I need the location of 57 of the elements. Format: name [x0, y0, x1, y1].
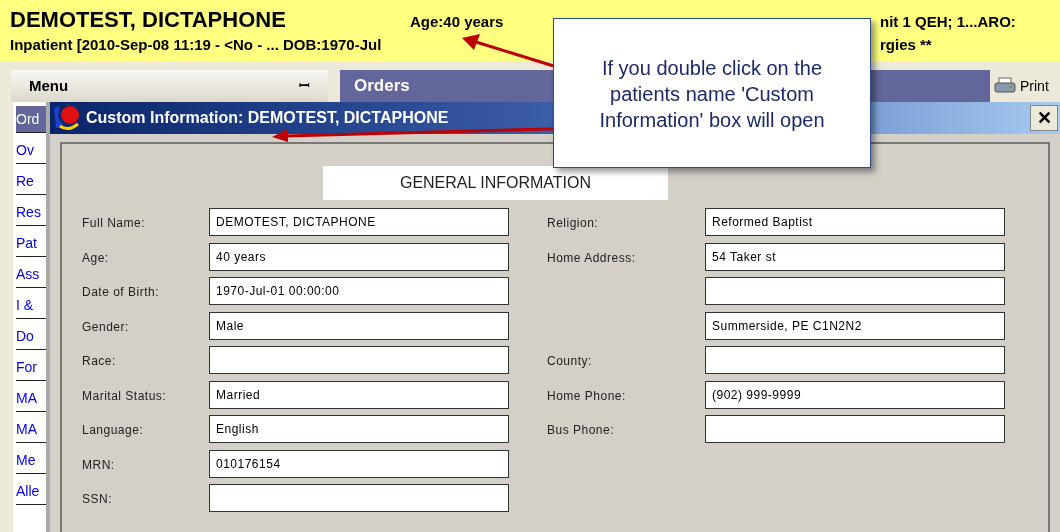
sidebar-item[interactable]: Ov	[16, 137, 46, 164]
input-field[interactable]	[705, 415, 1005, 443]
field-label: Gender:	[82, 319, 129, 334]
field-label: MRN:	[82, 457, 115, 472]
field-label: Bus Phone:	[547, 423, 615, 437]
app-logo-icon	[52, 104, 82, 132]
sidebar-item[interactable]: Do	[16, 323, 46, 350]
patient-age: Age:40 years	[410, 12, 505, 32]
sidebar-item[interactable]: I &	[16, 292, 46, 319]
input-field[interactable]: Summerside, PE C1N2N2	[705, 311, 1005, 340]
input-field[interactable]: 54 Taker st	[705, 242, 1005, 271]
menu-title: Menu	[29, 75, 69, 96]
allergies-info: rgies **	[880, 34, 932, 55]
dialog-title: Custom Information: DEMOTEST, DICTAPHONE	[86, 108, 449, 128]
input-field[interactable]: 1970-Jul-01 00:00:00	[209, 277, 509, 305]
input-field[interactable]: English	[209, 415, 509, 443]
input-field[interactable]: DEMOTEST, DICTAPHONE	[209, 208, 509, 236]
pin-icon[interactable]: ꟷ	[299, 76, 310, 96]
patient-location: nit 1 QEH; 1...ARO:	[880, 12, 1016, 32]
input-field[interactable]: Reformed Baptist	[705, 208, 1005, 236]
sidebar-item[interactable]: MA	[16, 385, 46, 412]
sidebar-item[interactable]: Pat	[16, 230, 46, 257]
encounter-info: Inpatient [2010-Sep-08 11:19 - <No - ... DOB:1970-Jul	[10, 34, 383, 55]
input-field[interactable]: Male	[209, 311, 509, 340]
sidebar-item[interactable]: For	[16, 354, 46, 381]
field-label: Marital Status:	[82, 388, 167, 403]
input-field[interactable]: 010176154	[209, 449, 509, 478]
callout-text: If you double click on the patients name 'Custom Information' box will open	[598, 56, 826, 133]
field-label: County:	[547, 354, 592, 368]
field-label: Language:	[82, 423, 144, 437]
sidebar-item[interactable]: Res	[16, 199, 46, 226]
patient-name[interactable]: DEMOTEST, DICTAPHONE	[10, 8, 410, 32]
sidebar-item[interactable]: MA	[16, 416, 46, 443]
sidebar-item[interactable]: Alle	[16, 478, 46, 505]
input-field[interactable]: (902) 999-9999	[705, 380, 1005, 409]
input-field[interactable]: 40 years	[209, 242, 509, 271]
field-label: Religion:	[547, 216, 599, 230]
close-button[interactable]: ✕	[1030, 105, 1058, 131]
input-field[interactable]	[705, 346, 1005, 374]
section-title: GENERAL INFORMATION	[323, 166, 668, 200]
field-label: Home Phone:	[547, 388, 626, 403]
field-label: Race:	[82, 354, 116, 368]
field-label: Age:	[82, 250, 109, 265]
input-field[interactable]	[209, 346, 509, 374]
sidebar-item[interactable]: Re	[16, 168, 46, 195]
sidebar-item[interactable]: Me	[16, 447, 46, 474]
field-label: Date of Birth:	[82, 285, 160, 299]
field-label: Full Name:	[82, 216, 145, 230]
input-field[interactable]	[209, 484, 509, 512]
field-label: Home Address:	[547, 250, 636, 265]
sidebar-item[interactable]: Ord	[16, 106, 46, 133]
input-field[interactable]: Married	[209, 380, 509, 409]
orders-title: Orders	[354, 75, 410, 98]
input-field[interactable]	[705, 277, 1005, 305]
field-label: SSN:	[82, 492, 112, 506]
sidebar-item[interactable]: Ass	[16, 261, 46, 288]
printer-icon	[994, 77, 1016, 95]
